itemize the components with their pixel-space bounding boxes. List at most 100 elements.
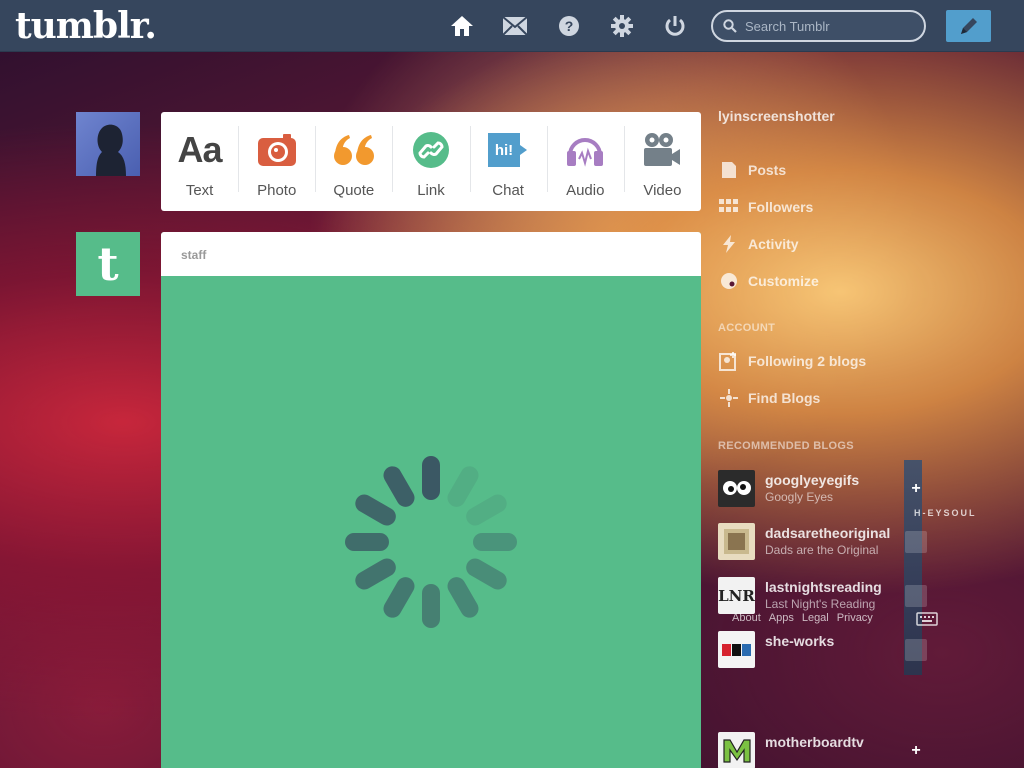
spinner-bar bbox=[466, 558, 507, 590]
footer-link-legal[interactable]: Legal bbox=[802, 612, 829, 624]
follow-plus-icon[interactable] bbox=[905, 531, 927, 553]
sidebar: lyinscreenshotter Posts Followers Activi… bbox=[718, 100, 1018, 768]
spinner-bar bbox=[422, 584, 440, 628]
gear-icon[interactable] bbox=[609, 14, 635, 38]
blog-avatar bbox=[718, 470, 755, 507]
spinner-bar bbox=[447, 466, 479, 507]
spinner-bar bbox=[466, 494, 507, 526]
user-avatar[interactable] bbox=[76, 112, 140, 176]
help-icon[interactable]: ? bbox=[556, 14, 582, 38]
chat-icon: hi! bbox=[487, 130, 529, 170]
sidebar-blog-name[interactable]: lyinscreenshotter bbox=[718, 108, 835, 124]
sidebar-link-following[interactable]: Following 2 blogs bbox=[718, 349, 938, 373]
document-icon bbox=[718, 161, 740, 179]
blog-name: she-works bbox=[765, 633, 835, 649]
headphones-icon bbox=[565, 130, 605, 170]
blog-description: Dads are the Original bbox=[765, 543, 879, 557]
recommended-blog[interactable]: googlyeyegifs Googly Eyes + bbox=[718, 470, 921, 508]
blog-name: dadsaretheoriginal bbox=[765, 525, 891, 541]
sidebar-link-customize[interactable]: Customize bbox=[718, 269, 938, 293]
search-input[interactable] bbox=[745, 16, 917, 36]
post-type-quote[interactable]: Quote bbox=[315, 112, 392, 211]
blog-name: motherboardtv bbox=[765, 734, 864, 750]
sidebar-link-label: Find Blogs bbox=[748, 390, 821, 406]
power-icon[interactable] bbox=[662, 14, 688, 38]
post-type-label: Text bbox=[185, 182, 214, 199]
post-type-label: Audio bbox=[566, 182, 605, 199]
sidebar-link-find-blogs[interactable]: Find Blogs bbox=[718, 386, 938, 410]
mail-icon[interactable] bbox=[502, 14, 528, 38]
sidebar-link-label: Customize bbox=[748, 273, 819, 289]
activity-icon bbox=[718, 235, 740, 253]
post-type-label: Chat bbox=[492, 182, 524, 199]
blog-name: lastnightsreading bbox=[765, 579, 882, 595]
post-type-bar: Aa Text Photo Quote Link hi! Chat Audio bbox=[161, 112, 701, 211]
tumblr-logo[interactable]: tumblr. bbox=[15, 5, 157, 47]
following-icon bbox=[718, 351, 740, 371]
post-type-photo[interactable]: Photo bbox=[238, 112, 315, 211]
blog-avatar bbox=[718, 732, 755, 768]
svg-text:hi!: hi! bbox=[495, 142, 513, 159]
spinner-bar bbox=[355, 494, 396, 526]
spinner-bar bbox=[345, 533, 389, 551]
keyboard-icon[interactable] bbox=[916, 612, 938, 626]
spinner-bar bbox=[383, 577, 415, 618]
blog-name: googlyeyegifs bbox=[765, 472, 860, 488]
followers-icon bbox=[718, 199, 740, 215]
recommended-blog[interactable]: motherboardtv + bbox=[718, 732, 921, 768]
spinner-bar bbox=[383, 466, 415, 507]
spinner-bar bbox=[422, 456, 440, 500]
compass-icon bbox=[718, 389, 740, 407]
sidebar-link-label: Followers bbox=[748, 199, 814, 215]
recommended-blog[interactable]: she-works bbox=[718, 631, 927, 669]
recommended-blog[interactable]: LNR lastnightsreading Last Night's Readi… bbox=[718, 577, 927, 615]
svg-text:?: ? bbox=[565, 18, 574, 34]
post-type-audio[interactable]: Audio bbox=[546, 112, 624, 211]
recommended-blog[interactable]: dadsaretheoriginal Dads are the Original bbox=[718, 523, 927, 561]
dashboard-post: staff bbox=[161, 232, 701, 768]
post-type-label: Video bbox=[643, 182, 682, 199]
spinner-bar bbox=[473, 533, 517, 551]
search-icon bbox=[723, 19, 737, 33]
sidebar-link-label: Following 2 blogs bbox=[748, 353, 867, 369]
blog-description: Last Night's Reading bbox=[765, 597, 876, 611]
post-type-label: Quote bbox=[333, 182, 375, 199]
recommended-heading: RECOMMENDED BLOGS bbox=[718, 440, 854, 452]
camera-icon bbox=[257, 130, 297, 170]
follow-plus-icon[interactable]: + bbox=[905, 478, 927, 500]
post-type-text[interactable]: Aa Text bbox=[161, 112, 238, 211]
post-type-video[interactable]: Video bbox=[623, 112, 701, 211]
overlay-text: H-EYSOUL bbox=[914, 508, 977, 518]
search-box[interactable] bbox=[711, 10, 926, 42]
sidebar-link-label: Activity bbox=[748, 236, 799, 252]
sidebar-link-activity[interactable]: Activity bbox=[718, 232, 938, 256]
follow-plus-icon[interactable] bbox=[905, 585, 927, 607]
top-bar: tumblr. ? bbox=[0, 0, 1024, 52]
sidebar-link-followers[interactable]: Followers bbox=[718, 195, 938, 219]
blog-avatar bbox=[718, 523, 755, 560]
post-type-chat[interactable]: hi! Chat bbox=[469, 112, 547, 211]
account-heading: ACCOUNT bbox=[718, 322, 776, 334]
home-icon[interactable] bbox=[449, 14, 475, 38]
footer-link-apps[interactable]: Apps bbox=[769, 612, 794, 624]
spinner-bar bbox=[355, 558, 396, 590]
pencil-icon bbox=[960, 18, 977, 34]
blog-avatar bbox=[718, 631, 755, 668]
post-type-label: Link bbox=[417, 182, 445, 199]
staff-avatar[interactable]: t bbox=[76, 232, 140, 296]
footer-link-about[interactable]: About bbox=[732, 612, 761, 624]
compose-button[interactable] bbox=[946, 10, 991, 42]
palette-icon bbox=[718, 272, 740, 290]
follow-plus-icon[interactable]: + bbox=[905, 740, 927, 762]
follow-plus-icon[interactable] bbox=[905, 639, 927, 661]
quote-icon bbox=[333, 130, 375, 170]
sidebar-link-label: Posts bbox=[748, 162, 787, 178]
loading-spinner-icon bbox=[345, 456, 517, 628]
footer-link-privacy[interactable]: Privacy bbox=[837, 612, 873, 624]
link-icon bbox=[412, 130, 450, 170]
spinner-bar bbox=[447, 577, 479, 618]
post-type-link[interactable]: Link bbox=[392, 112, 469, 211]
sidebar-link-posts[interactable]: Posts bbox=[718, 158, 938, 182]
post-author[interactable]: staff bbox=[161, 232, 701, 276]
text-icon: Aa bbox=[177, 129, 223, 170]
